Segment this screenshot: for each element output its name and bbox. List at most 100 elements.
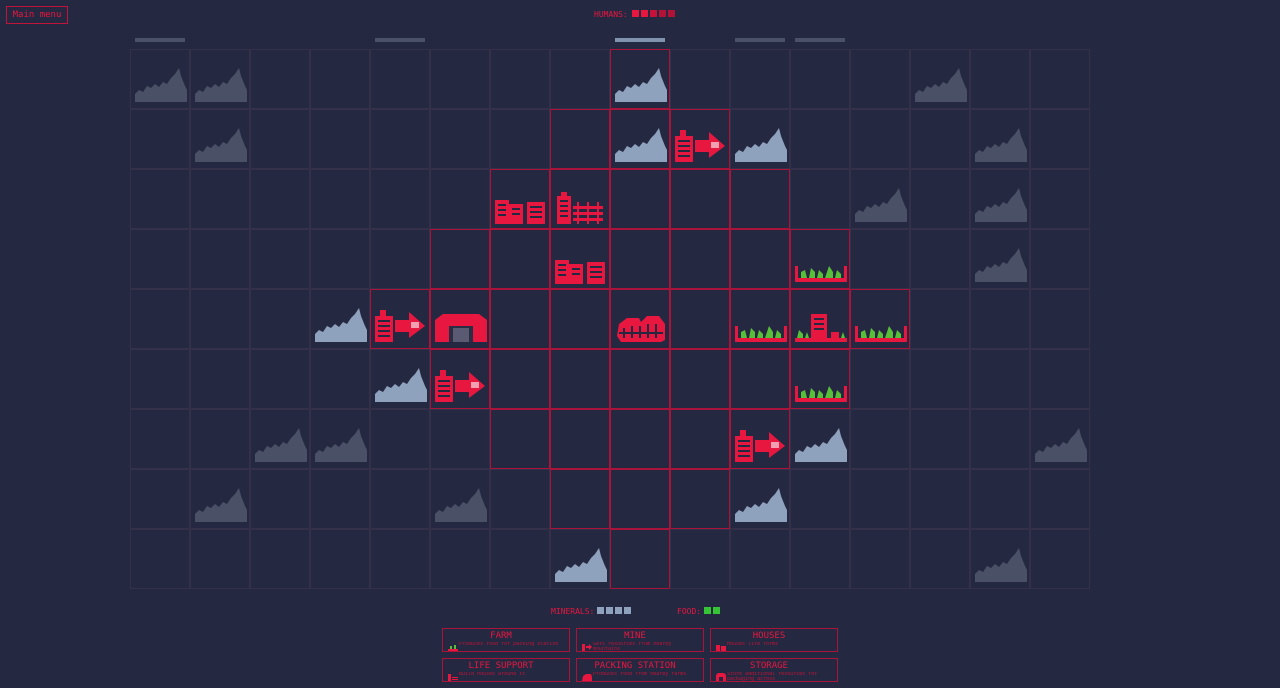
grid-cell[interactable] — [610, 49, 670, 109]
grid-cell[interactable] — [790, 349, 850, 409]
grid-cell[interactable] — [310, 529, 370, 589]
grid-cell[interactable] — [730, 469, 790, 529]
grid-cell[interactable] — [790, 469, 850, 529]
grid-cell[interactable] — [910, 289, 970, 349]
grid-cell[interactable] — [430, 529, 490, 589]
grid-cell[interactable] — [550, 229, 610, 289]
grid-cell[interactable] — [430, 469, 490, 529]
grid-cell[interactable] — [550, 349, 610, 409]
grid-cell[interactable] — [1030, 109, 1090, 169]
grid-cell[interactable] — [1030, 169, 1090, 229]
grid-cell[interactable] — [250, 289, 310, 349]
grid-cell[interactable] — [370, 409, 430, 469]
grid-cell[interactable] — [190, 469, 250, 529]
grid-cell[interactable] — [850, 49, 910, 109]
grid-cell[interactable] — [310, 469, 370, 529]
grid-cell[interactable] — [490, 469, 550, 529]
grid-cell[interactable] — [370, 49, 430, 109]
grid-cell[interactable] — [730, 349, 790, 409]
grid-cell[interactable] — [790, 409, 850, 469]
grid-cell[interactable] — [910, 109, 970, 169]
grid-cell[interactable] — [430, 409, 490, 469]
grid-cell[interactable] — [790, 529, 850, 589]
grid-cell[interactable] — [790, 229, 850, 289]
grid-cell[interactable] — [850, 109, 910, 169]
grid-cell[interactable] — [190, 109, 250, 169]
grid-cell[interactable] — [250, 469, 310, 529]
grid-cell[interactable] — [970, 49, 1030, 109]
grid-cell[interactable] — [910, 49, 970, 109]
grid-cell[interactable] — [490, 169, 550, 229]
grid-cell[interactable] — [670, 229, 730, 289]
grid-cell[interactable] — [490, 529, 550, 589]
grid-cell[interactable] — [730, 229, 790, 289]
grid-cell[interactable] — [490, 409, 550, 469]
grid-cell[interactable] — [790, 49, 850, 109]
grid-cell[interactable] — [610, 529, 670, 589]
grid-cell[interactable] — [970, 229, 1030, 289]
main-menu-button[interactable]: Main menu — [6, 6, 68, 24]
grid-cell[interactable] — [850, 289, 910, 349]
grid-cell[interactable] — [610, 169, 670, 229]
grid-cell[interactable] — [250, 229, 310, 289]
grid-cell[interactable] — [670, 529, 730, 589]
grid-cell[interactable] — [1030, 409, 1090, 469]
grid-cell[interactable] — [910, 409, 970, 469]
grid-cell[interactable] — [250, 49, 310, 109]
grid-cell[interactable] — [490, 49, 550, 109]
build-mine-button[interactable]: MINE Gets resources from nearby mountain… — [576, 628, 704, 652]
grid-cell[interactable] — [550, 469, 610, 529]
grid-cell[interactable] — [490, 109, 550, 169]
grid-cell[interactable] — [790, 169, 850, 229]
grid-cell[interactable] — [910, 469, 970, 529]
grid-cell[interactable] — [130, 469, 190, 529]
grid-cell[interactable] — [790, 289, 850, 349]
grid-cell[interactable] — [370, 289, 430, 349]
grid-cell[interactable] — [970, 289, 1030, 349]
grid-cell[interactable] — [1030, 469, 1090, 529]
grid-cell[interactable] — [490, 349, 550, 409]
grid-cell[interactable] — [550, 49, 610, 109]
grid-cell[interactable] — [610, 349, 670, 409]
grid-cell[interactable] — [310, 169, 370, 229]
grid-cell[interactable] — [550, 409, 610, 469]
game-board[interactable] — [130, 49, 1090, 589]
grid-cell[interactable] — [370, 169, 430, 229]
grid-cell[interactable] — [310, 349, 370, 409]
grid-cell[interactable] — [370, 109, 430, 169]
grid-cell[interactable] — [670, 409, 730, 469]
grid-cell[interactable] — [610, 229, 670, 289]
grid-cell[interactable] — [490, 229, 550, 289]
grid-cell[interactable] — [190, 529, 250, 589]
grid-cell[interactable] — [670, 49, 730, 109]
grid-cell[interactable] — [190, 169, 250, 229]
grid-cell[interactable] — [550, 169, 610, 229]
build-packing-button[interactable]: PACKING STATION Produces food from nearb… — [576, 658, 704, 682]
grid-cell[interactable] — [670, 109, 730, 169]
grid-cell[interactable] — [130, 169, 190, 229]
grid-cell[interactable] — [550, 109, 610, 169]
grid-cell[interactable] — [430, 349, 490, 409]
grid-cell[interactable] — [610, 289, 670, 349]
grid-cell[interactable] — [130, 529, 190, 589]
grid-cell[interactable] — [430, 229, 490, 289]
grid-cell[interactable] — [190, 49, 250, 109]
grid-cell[interactable] — [970, 169, 1030, 229]
grid-cell[interactable] — [490, 289, 550, 349]
grid-cell[interactable] — [250, 169, 310, 229]
grid-cell[interactable] — [850, 409, 910, 469]
grid-cell[interactable] — [910, 529, 970, 589]
grid-cell[interactable] — [730, 109, 790, 169]
grid-cell[interactable] — [250, 529, 310, 589]
grid-cell[interactable] — [550, 529, 610, 589]
grid-cell[interactable] — [730, 169, 790, 229]
grid-cell[interactable] — [910, 349, 970, 409]
grid-cell[interactable] — [550, 289, 610, 349]
grid-cell[interactable] — [370, 229, 430, 289]
grid-cell[interactable] — [130, 109, 190, 169]
grid-cell[interactable] — [670, 469, 730, 529]
grid-cell[interactable] — [430, 109, 490, 169]
grid-cell[interactable] — [970, 469, 1030, 529]
grid-cell[interactable] — [670, 169, 730, 229]
grid-cell[interactable] — [790, 109, 850, 169]
